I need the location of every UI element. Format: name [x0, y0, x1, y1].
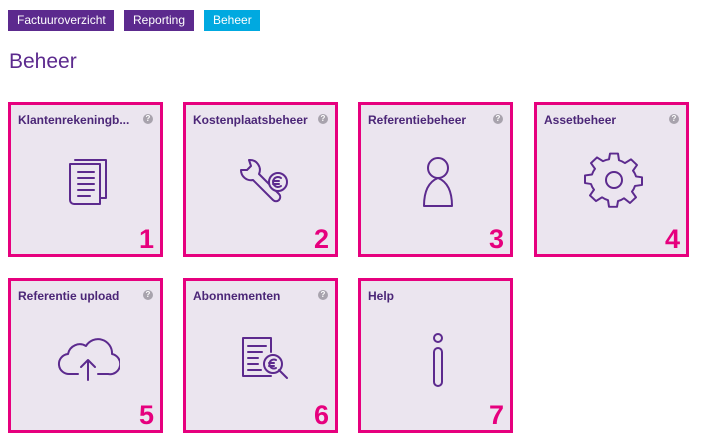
- tile-abonnementen[interactable]: Abonnementen ? 6: [183, 278, 338, 433]
- tile-label: Referentie upload: [18, 289, 120, 303]
- tile-number: 1: [138, 224, 154, 254]
- tile-referentie-upload[interactable]: Referentie upload ? 5: [8, 278, 163, 433]
- tab-factuuroverzicht[interactable]: Factuuroverzicht: [8, 10, 114, 31]
- tile-label: Abonnementen: [193, 289, 281, 303]
- tile-klantenrekeningbeheer[interactable]: Klantenrekeningb... ? 1: [8, 102, 163, 257]
- info-icon: [433, 333, 443, 387]
- tile-assetbeheer[interactable]: Assetbeheer ? 4: [534, 102, 689, 257]
- invoice-search-icon: [242, 337, 288, 379]
- documents-icon: [69, 159, 107, 205]
- cloud-upload-icon: [58, 338, 120, 381]
- help-icon[interactable]: ?: [669, 114, 679, 124]
- help-icon[interactable]: ?: [318, 114, 328, 124]
- tile-kostenplaatsbeheer[interactable]: Kostenplaatsbeheer ? 2: [183, 102, 338, 257]
- tile-label: Klantenrekeningb...: [18, 113, 130, 127]
- tile-number: 4: [664, 224, 680, 254]
- tile-number: 7: [488, 400, 504, 430]
- tile-label: Help: [368, 289, 395, 303]
- tab-beheer[interactable]: Beheer: [204, 10, 260, 31]
- tile-label: Assetbeheer: [544, 113, 617, 127]
- help-icon[interactable]: ?: [143, 290, 153, 300]
- help-icon[interactable]: ?: [318, 290, 328, 300]
- tile-referentiebeheer[interactable]: Referentiebeheer ? 3: [358, 102, 513, 257]
- page-title: Beheer: [9, 50, 77, 73]
- tile-number: 6: [313, 400, 329, 430]
- tile-help[interactable]: Help 7: [358, 278, 513, 433]
- help-icon[interactable]: ?: [143, 114, 153, 124]
- person-icon: [423, 157, 453, 207]
- tile-number: 5: [138, 400, 154, 430]
- tile-label: Referentiebeheer: [368, 113, 467, 127]
- gear-icon: [584, 152, 643, 208]
- tile-number: 2: [313, 224, 329, 254]
- help-icon[interactable]: ?: [493, 114, 503, 124]
- tab-reporting[interactable]: Reporting: [124, 10, 194, 31]
- wrench-euro-icon: [239, 158, 288, 203]
- tile-number: 3: [488, 224, 504, 254]
- tile-label: Kostenplaatsbeheer: [193, 113, 308, 127]
